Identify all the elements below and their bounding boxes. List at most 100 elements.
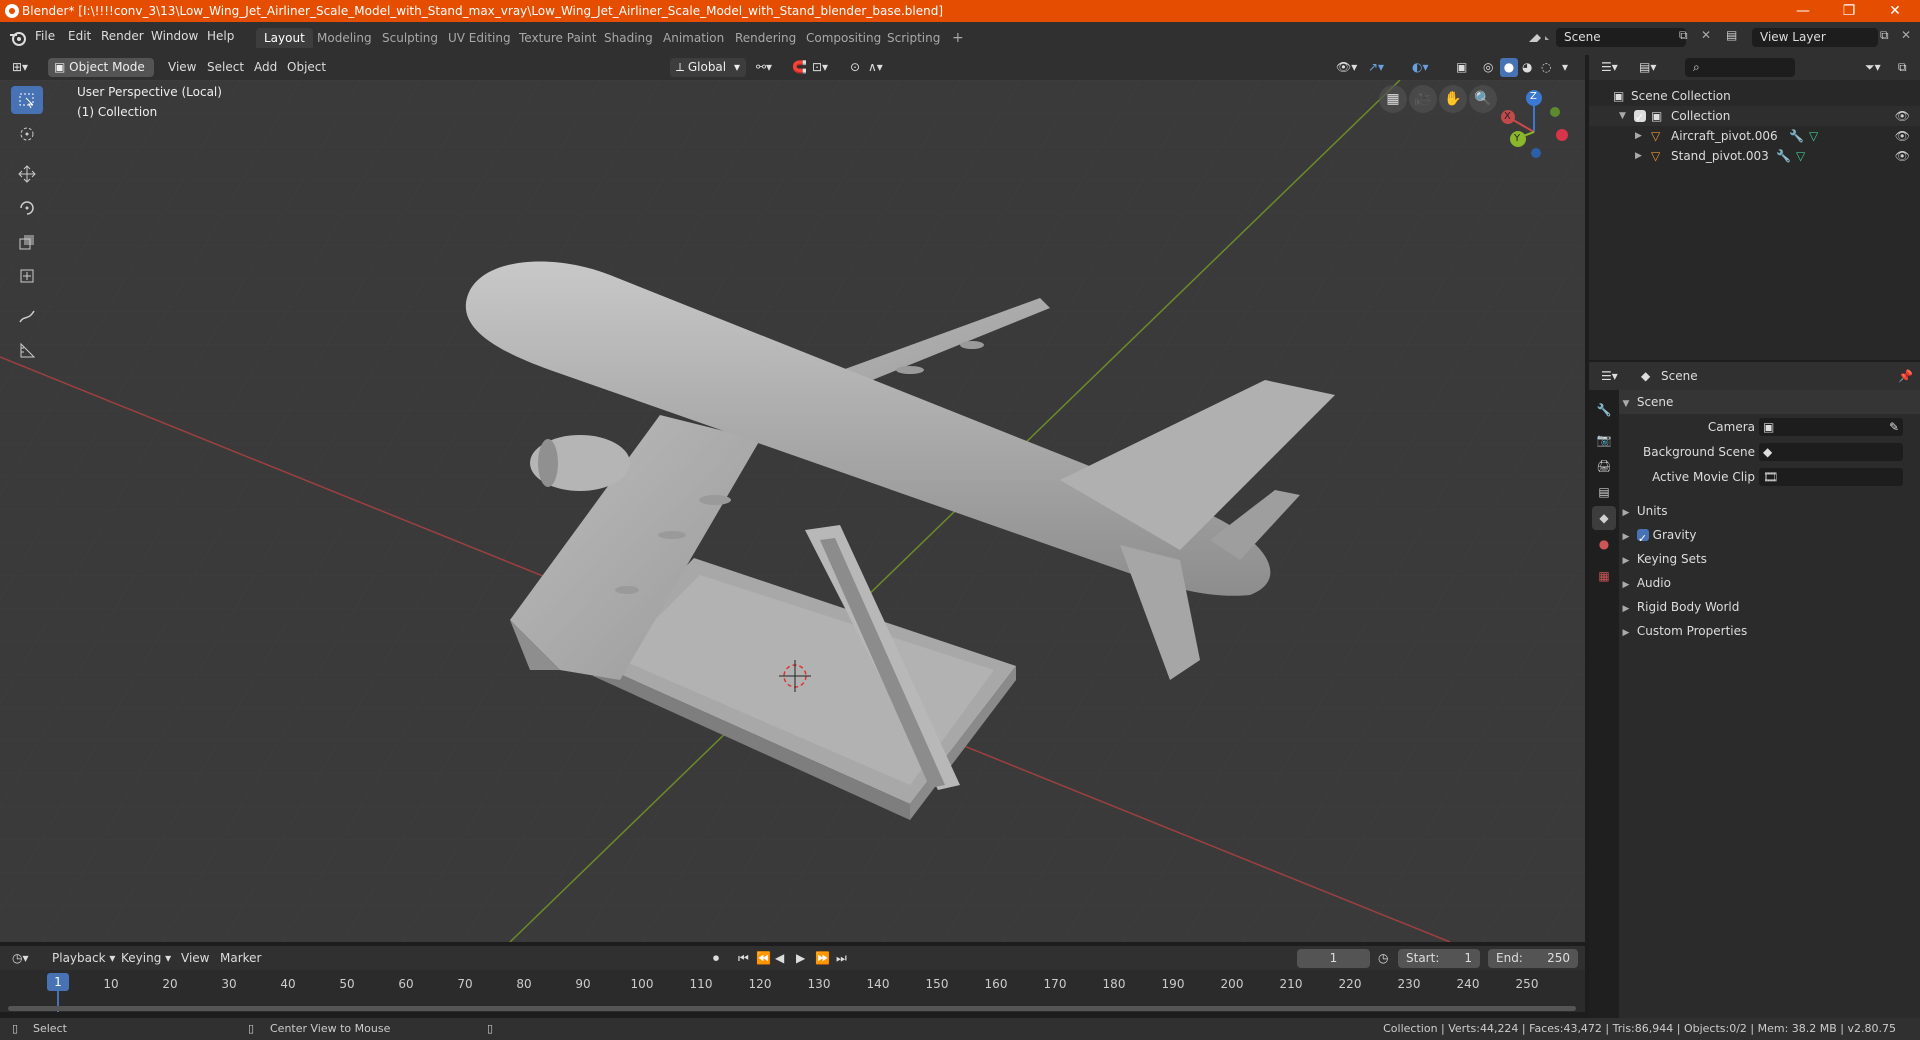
new-scene-icon[interactable]: ⧉ (1679, 28, 1688, 43)
cursor-tool[interactable] (11, 120, 43, 148)
menu-help[interactable]: Help (207, 29, 234, 43)
timeline-menu-keying[interactable]: Keying ▾ (121, 949, 171, 968)
viewport-menu-select[interactable]: Select (207, 58, 244, 77)
jump-end-icon[interactable]: ⏭ (836, 949, 847, 968)
pivot-point-icon[interactable]: ⚯▾ (756, 58, 772, 77)
tab-render[interactable]: 📷 (1592, 428, 1616, 452)
tab-rendering[interactable]: Rendering (727, 28, 804, 48)
view-layer-field[interactable]: View Layer (1752, 28, 1878, 47)
delete-scene-icon[interactable]: ✕ (1701, 28, 1711, 42)
camera-view-icon[interactable]: 🎥 (1409, 85, 1437, 113)
filter-icon[interactable]: ⏷▾ (1865, 58, 1881, 77)
pan-hand-icon[interactable]: ✋ (1439, 85, 1467, 113)
view-layer-icon[interactable]: ▤ (1726, 28, 1737, 42)
end-frame-field[interactable]: End: 250 (1488, 949, 1578, 968)
tab-layout[interactable]: Layout (256, 28, 313, 48)
gravity-checkbox[interactable] (1636, 527, 1649, 551)
tab-scripting[interactable]: Scripting (879, 28, 948, 48)
record-icon[interactable]: ⏺ (713, 949, 719, 968)
measure-tool[interactable] (11, 336, 43, 364)
falloff-icon[interactable]: ∧▾ (868, 58, 883, 77)
outliner-editor-type-icon[interactable]: ☰▾ (1601, 58, 1618, 77)
toggle-grid-icon[interactable]: ▦ (1379, 85, 1407, 113)
viewport-menu-view[interactable]: View (168, 58, 196, 77)
delete-view-layer-icon[interactable]: ✕ (1901, 28, 1911, 42)
eyedropper-icon[interactable]: ✎ (1889, 416, 1899, 438)
mesh-data-icon[interactable]: ▽ (1809, 126, 1818, 146)
tab-world[interactable]: ● (1592, 532, 1616, 556)
eye-icon[interactable]: 👁 (1895, 146, 1910, 166)
blender-menu-icon[interactable] (9, 30, 27, 46)
eye-icon[interactable]: 👁 (1895, 106, 1910, 126)
rigid-body-world-panel[interactable]: ▶ Rigid Body World (1619, 595, 1920, 619)
start-frame-field[interactable]: Start: 1 (1398, 949, 1480, 968)
audio-panel[interactable]: ▶ Audio (1619, 571, 1920, 595)
menu-file[interactable]: File (35, 29, 55, 43)
visibility-icon[interactable]: 👁▾ (1336, 58, 1357, 77)
gizmo-icon[interactable]: ↗▾ (1368, 58, 1384, 77)
tab-uv-editing[interactable]: UV Editing (440, 28, 519, 48)
scene-icon[interactable] (1527, 30, 1553, 46)
timeline-editor-type-icon[interactable]: ◷▾ (12, 949, 29, 968)
menu-edit[interactable]: Edit (68, 29, 91, 43)
rotate-tool[interactable] (11, 194, 43, 222)
xray-icon[interactable]: ▣ (1456, 58, 1467, 77)
tab-tool[interactable]: 🔧 (1592, 398, 1616, 422)
mode-dropdown[interactable]: ▣ Object Mode ▾ (48, 58, 154, 93)
proportional-edit-icon[interactable]: ⊙ (850, 58, 860, 77)
playhead[interactable]: 1 (47, 973, 69, 991)
timeline-menu-playback[interactable]: Playback ▾ (52, 949, 115, 968)
expand-arrow-icon[interactable]: ▶ (1635, 126, 1642, 146)
properties-editor-type-icon[interactable]: ☰▾ (1601, 367, 1618, 386)
active-movie-clip-field[interactable]: 🎞 (1759, 468, 1903, 486)
tab-view-layer[interactable]: ▤ (1592, 480, 1616, 504)
pin-icon[interactable]: 📌 (1898, 367, 1913, 386)
next-keyframe-icon[interactable]: ⏩ (815, 949, 830, 968)
tab-sculpting[interactable]: Sculpting (374, 28, 446, 48)
outliner-row-collection[interactable]: ▼ ▣ Collection 👁 (1589, 106, 1920, 128)
units-panel[interactable]: ▶ Units (1619, 499, 1920, 523)
tab-texture[interactable]: ▦ (1592, 564, 1616, 588)
timeline-menu-marker[interactable]: Marker (220, 949, 261, 968)
collection-checkbox[interactable] (1634, 108, 1646, 128)
snap-icon[interactable]: 🧲 (792, 58, 807, 77)
play-icon[interactable]: ▶ (796, 949, 805, 968)
clock-icon[interactable]: ◷ (1378, 949, 1388, 968)
display-mode-icon[interactable]: ▤▾ (1639, 58, 1656, 77)
timeline-body[interactable]: 1 10 20 30 40 50 60 70 80 90 100 110 120… (0, 970, 1585, 1012)
close-button[interactable]: ✕ (1872, 0, 1918, 22)
add-workspace-button[interactable]: + (944, 28, 972, 48)
timeline-scrollbar[interactable] (8, 1006, 1576, 1011)
scene-panel-header[interactable]: ▼ Scene (1619, 390, 1920, 414)
overlays-icon[interactable]: ◐▾ (1412, 58, 1429, 77)
transform-tool[interactable] (11, 262, 43, 290)
move-tool[interactable] (11, 160, 43, 188)
prev-keyframe-icon[interactable]: ⏪ (756, 949, 771, 968)
solid-shading-icon[interactable]: ● (1500, 58, 1518, 77)
tab-animation[interactable]: Animation (655, 28, 732, 48)
scene-name-field[interactable]: Scene (1556, 28, 1686, 47)
minimize-button[interactable]: — (1780, 0, 1826, 22)
jump-start-icon[interactable]: ⏮ (738, 949, 749, 968)
modifier-wrench-icon[interactable]: 🔧 (1776, 146, 1791, 166)
tab-modeling[interactable]: Modeling (309, 28, 380, 48)
outliner-search-input[interactable]: ⌕ (1685, 58, 1795, 77)
new-view-layer-icon[interactable]: ⧉ (1880, 28, 1889, 43)
3d-viewport[interactable]: Z Y X User Perspective (Local) (1) Colle… (0, 80, 1585, 942)
custom-properties-panel[interactable]: ▶ Custom Properties (1619, 619, 1920, 643)
zoom-icon[interactable]: 🔍 (1469, 85, 1497, 113)
select-box-tool[interactable] (11, 86, 43, 114)
outliner-row-stand[interactable]: ▶ ▽ Stand_pivot.003 🔧 ▽ 👁 (1589, 146, 1920, 166)
play-reverse-icon[interactable]: ◀ (775, 949, 784, 968)
mesh-data-icon[interactable]: ▽ (1796, 146, 1805, 166)
expand-arrow-icon[interactable]: ▶ (1635, 146, 1642, 166)
tab-compositing[interactable]: Compositing (798, 28, 889, 48)
gravity-panel[interactable]: ▶ Gravity (1619, 523, 1920, 551)
expand-arrow-icon[interactable]: ▼ (1619, 106, 1626, 126)
keying-sets-panel[interactable]: ▶ Keying Sets (1619, 547, 1920, 571)
scale-tool[interactable] (11, 228, 43, 256)
tab-texture-paint[interactable]: Texture Paint (511, 28, 604, 48)
maximize-button[interactable]: ❐ (1826, 0, 1872, 22)
rendered-shading-icon[interactable]: ◌ (1541, 58, 1551, 77)
camera-field[interactable]: ▣ ✎ (1759, 418, 1903, 436)
